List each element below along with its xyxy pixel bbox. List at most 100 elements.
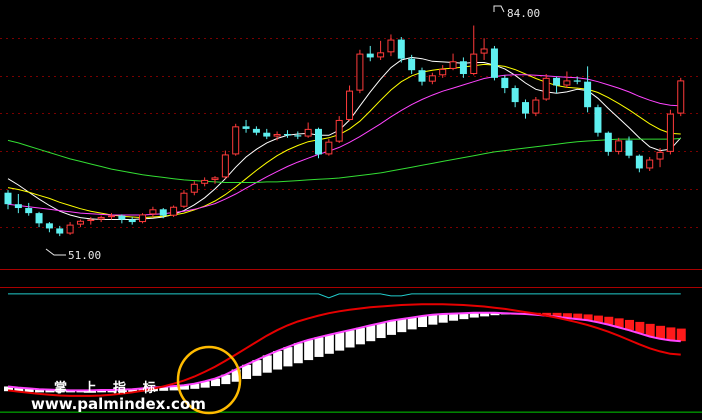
candle-body	[263, 132, 271, 137]
candle-body	[542, 77, 550, 100]
candle-body	[4, 192, 12, 205]
candle-body	[325, 141, 333, 155]
candle-body	[211, 177, 219, 180]
candle-body	[666, 113, 674, 152]
candle-body	[87, 219, 95, 222]
indicator-bar	[273, 351, 283, 370]
candle-body	[511, 88, 519, 103]
candle-body	[387, 39, 395, 53]
candle	[180, 190, 188, 209]
candle-body	[190, 183, 198, 193]
candle	[666, 109, 674, 155]
candle	[532, 96, 540, 117]
candle-body	[439, 68, 447, 76]
candle-body	[159, 209, 167, 216]
indicator-bar	[418, 315, 427, 328]
candle-body	[149, 209, 157, 215]
candle-body	[66, 224, 74, 234]
candle-body	[335, 119, 343, 142]
candle-body	[221, 154, 229, 178]
indicator-bar	[676, 328, 686, 342]
candle	[356, 49, 364, 94]
candle-body	[25, 208, 33, 214]
candle-body	[252, 128, 260, 133]
candle-body	[377, 52, 385, 58]
indicator-bar	[376, 323, 386, 339]
indicator-bar	[397, 319, 407, 333]
candle	[232, 123, 240, 156]
candle-body	[170, 206, 178, 216]
candle-body	[480, 48, 488, 54]
low-label: 51.00	[68, 249, 101, 262]
candle-body	[532, 99, 540, 114]
candle	[490, 45, 498, 81]
candle-body	[646, 159, 654, 169]
candle-body	[677, 80, 685, 114]
indicator-bar	[314, 337, 324, 357]
candle	[170, 205, 178, 217]
candle-body	[615, 140, 623, 152]
candle-body	[35, 213, 43, 224]
candle	[677, 77, 685, 117]
candle-body	[242, 126, 250, 129]
candle-body	[501, 77, 509, 89]
indicator-bar	[656, 325, 666, 339]
candle-body	[304, 128, 312, 137]
candle	[594, 104, 602, 137]
candle-body	[625, 140, 633, 156]
candle-body	[201, 179, 209, 184]
candle-body	[56, 228, 64, 234]
candle-body	[604, 132, 612, 152]
candle	[346, 85, 354, 122]
indicator-bar	[645, 323, 655, 337]
indicator-bar	[293, 343, 303, 364]
watermark-chinese: 掌 上 指 标	[54, 380, 162, 396]
candle-body	[594, 107, 602, 133]
candle-body	[563, 80, 571, 86]
candle-body	[283, 134, 291, 136]
candle-body	[470, 53, 478, 75]
candle-body	[635, 155, 643, 169]
indicator-bar	[345, 330, 355, 348]
candle-body	[356, 53, 364, 91]
candle-body	[273, 134, 281, 137]
candle-body	[553, 77, 561, 86]
stock-chart: 84.00 51.00 掌 上 指 标 www.palmindex.com	[0, 0, 702, 420]
indicator-bar	[262, 355, 272, 373]
candle	[397, 37, 405, 63]
candle	[139, 213, 147, 224]
candle-body	[108, 215, 115, 218]
candle	[335, 116, 343, 143]
candle-body	[418, 70, 426, 82]
candle-body	[408, 58, 416, 71]
candle-body	[573, 80, 581, 82]
candle-body	[397, 39, 405, 59]
candle-body	[232, 126, 240, 155]
candle-body	[366, 53, 374, 58]
watermark-url: www.palmindex.com	[31, 395, 206, 413]
candle	[221, 150, 229, 179]
indicator-bar	[335, 332, 345, 351]
candle-body	[428, 75, 436, 82]
indicator-bar	[304, 340, 314, 361]
candle-body	[584, 81, 592, 108]
indicator-bar	[366, 325, 376, 342]
candle	[315, 127, 322, 159]
candle-body	[45, 223, 53, 229]
candle-body	[656, 151, 664, 160]
indicator-bar	[666, 327, 676, 341]
indicator-bar	[438, 314, 448, 323]
candle	[542, 74, 550, 101]
indicator-bar	[252, 360, 262, 376]
candle-body	[128, 219, 136, 223]
candle-body	[315, 128, 322, 155]
candle-body	[449, 61, 457, 69]
candle-body	[180, 192, 188, 207]
indicator-bar	[283, 347, 293, 367]
candle-body	[490, 48, 498, 78]
indicator-bar	[386, 320, 396, 335]
chart-background	[0, 0, 702, 420]
candle-body	[118, 215, 126, 220]
indicator-bar	[407, 317, 417, 330]
candle-body	[522, 102, 529, 114]
